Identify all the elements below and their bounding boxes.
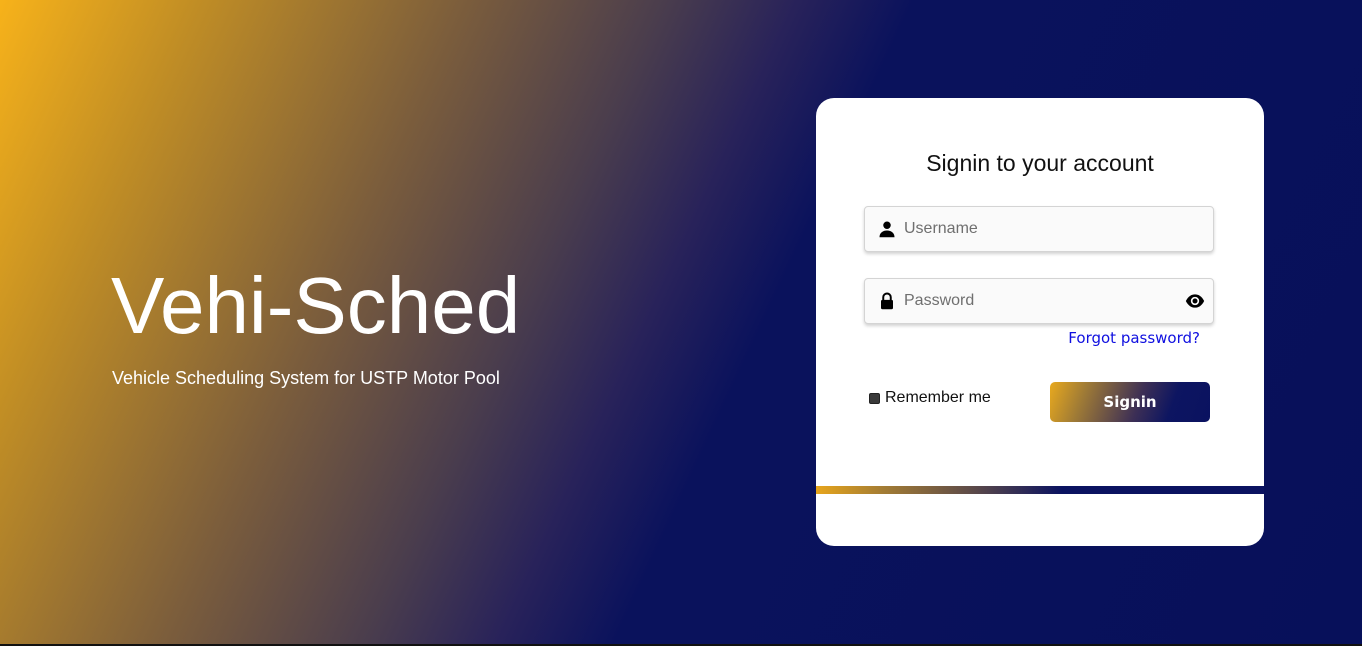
forgot-password-link[interactable]: Forgot password? <box>1068 329 1200 347</box>
username-field[interactable] <box>864 206 1214 252</box>
checkbox-box[interactable] <box>869 392 880 404</box>
login-heading: Signin to your account <box>926 150 1154 176</box>
password-input[interactable] <box>904 279 1174 323</box>
remember-me-label: Remember me <box>885 389 991 406</box>
app-title: Vehi-Sched <box>111 261 521 350</box>
card-accent-bar <box>816 486 1264 494</box>
remember-me-checkbox[interactable]: Remember me <box>869 389 991 407</box>
user-icon <box>879 221 895 238</box>
signin-button[interactable]: Signin <box>1050 382 1210 422</box>
hero-section: Vehi-Sched Vehicle Scheduling System for… <box>111 258 520 389</box>
username-input[interactable] <box>904 207 1174 251</box>
login-card: Signin to your account Forgot password? <box>816 98 1264 546</box>
password-field[interactable] <box>864 278 1214 324</box>
login-page: Vehi-Sched Vehicle Scheduling System for… <box>0 0 1362 646</box>
app-subtitle: Vehicle Scheduling System for USTP Motor… <box>112 368 500 388</box>
lock-icon <box>881 292 893 310</box>
eye-icon[interactable] <box>1185 292 1205 310</box>
